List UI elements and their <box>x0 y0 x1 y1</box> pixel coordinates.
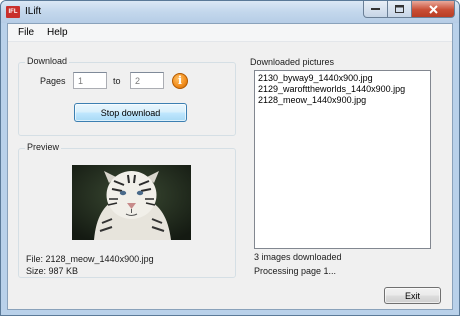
processing-status: Processing page 1... <box>254 266 337 276</box>
info-icon[interactable]: i <box>172 73 188 89</box>
downloaded-pictures-list[interactable]: 2130_byway9_1440x900.jpg 2129_waroftthew… <box>254 70 431 249</box>
page-from-field[interactable] <box>73 72 107 89</box>
preview-size-label: Size: 987 KB <box>26 266 79 276</box>
tiger-illustration <box>72 165 191 240</box>
client-area: File Help Download Pages to i Stop downl… <box>7 23 453 310</box>
preview-group-title: Preview <box>25 142 62 152</box>
downloaded-pictures-title: Downloaded pictures <box>250 57 335 67</box>
close-icon <box>428 4 438 14</box>
list-item[interactable]: 2130_byway9_1440x900.jpg <box>258 73 373 83</box>
pages-label: Pages <box>40 76 66 86</box>
maximize-icon <box>395 5 404 13</box>
menu-help[interactable]: Help <box>47 27 68 38</box>
preview-file-label: File: 2128_meow_1440x900.jpg <box>26 254 154 264</box>
menu-bar: File Help <box>8 24 452 42</box>
window-controls <box>363 1 455 19</box>
download-group: Download Pages to i Stop download <box>18 56 236 136</box>
window-title: ILift <box>25 6 42 17</box>
tiger-preview-image <box>72 165 191 240</box>
app-icon: IFL <box>6 6 20 18</box>
exit-button[interactable]: Exit <box>384 287 441 304</box>
download-group-title: Download <box>25 56 70 66</box>
maximize-button[interactable] <box>388 1 412 18</box>
page-to-field[interactable] <box>130 72 164 89</box>
to-label: to <box>113 76 121 86</box>
minimize-button[interactable] <box>363 1 388 18</box>
close-button[interactable] <box>412 1 455 18</box>
download-count-status: 3 images downloaded <box>254 252 342 262</box>
minimize-icon <box>371 8 380 10</box>
list-item[interactable]: 2129_warofttheworlds_1440x900.jpg <box>258 84 405 94</box>
app-window: IFL ILift File Help Download Pages to i <box>0 0 460 316</box>
list-item[interactable]: 2128_meow_1440x900.jpg <box>258 95 366 105</box>
menu-file[interactable]: File <box>18 27 34 38</box>
title-bar[interactable]: IFL ILift <box>1 1 459 23</box>
stop-download-button[interactable]: Stop download <box>74 103 187 122</box>
